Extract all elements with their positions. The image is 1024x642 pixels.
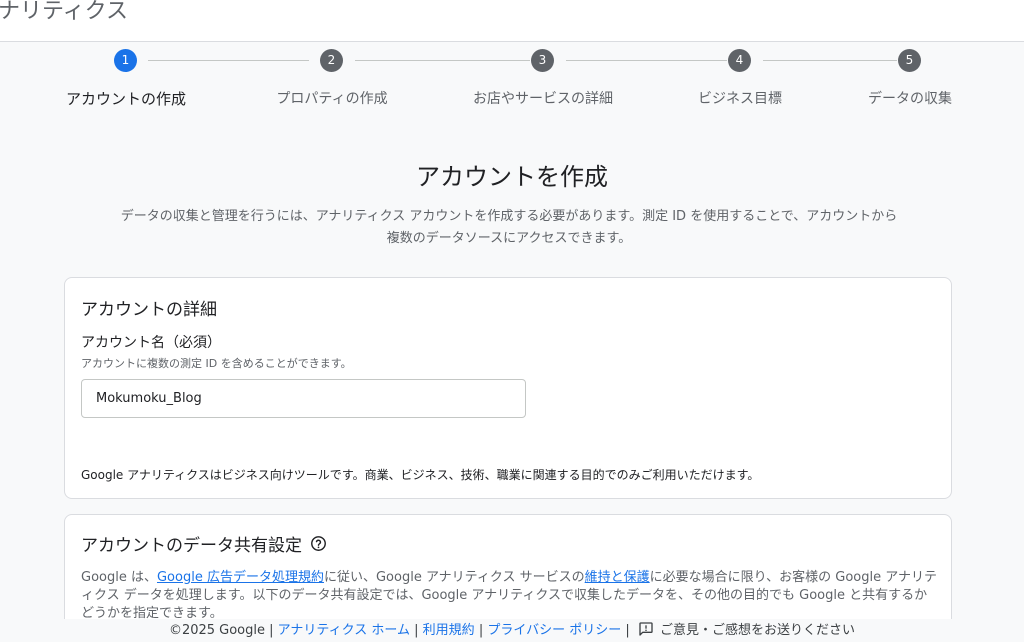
account-name-input[interactable] [81, 379, 526, 418]
footer-separator: | [625, 623, 630, 638]
step-4-label: ビジネス目標 [698, 91, 782, 107]
page-title: アカウントを作成 [416, 163, 608, 191]
step-connector [763, 60, 897, 61]
page-description: データの収集と管理を行うには、アナリティクス アカウントを作成する必要があります… [120, 209, 898, 246]
app-title: ナリティクス [0, 0, 129, 24]
top-bar: ナリティクス [0, 0, 1024, 42]
step-5-indicator: 5 [898, 49, 921, 72]
step-5-label: データの収集 [868, 91, 952, 107]
step-4-indicator: 4 [728, 49, 751, 72]
data-sharing-text-2: に従い、Google アナリティクス サービスの [323, 570, 585, 585]
footer: ©2025 Google | アナリティクス ホーム | 利用規約 | プライバ… [0, 619, 1024, 642]
ads-data-processing-terms-link[interactable]: Google 広告データ処理規約 [157, 570, 324, 585]
footer-separator: | [269, 623, 274, 638]
step-connector [566, 60, 727, 61]
footer-separator: | [414, 623, 419, 638]
footer-separator: | [478, 623, 484, 638]
data-sharing-description: Google は、Google 広告データ処理規約に従い、Google アナリテ… [81, 569, 937, 623]
footer-terms-link[interactable]: 利用規約 [423, 623, 475, 638]
data-sharing-title: アカウントのデータ共有設定 [81, 531, 327, 557]
help-circle-icon[interactable] [310, 535, 327, 557]
step-2-indicator: 2 [320, 49, 343, 72]
setup-stepper: 1 2 3 4 5 アカウントの作成 プロパティの作成 お店やサービスの詳細 ビ… [0, 46, 1024, 116]
footer-copyright: ©2025 Google [168, 623, 265, 638]
step-connector [355, 60, 530, 61]
data-sharing-text-1: Google は、 [81, 570, 157, 585]
account-details-card: アカウントの詳細 アカウント名（必須） アカウントに複数の測定 ID を含めるこ… [64, 277, 952, 499]
account-details-title: アカウントの詳細 [81, 300, 217, 320]
footer-feedback-link[interactable]: ご意見・ご感想をお送りください [660, 623, 855, 638]
footer-privacy-link[interactable]: プライバシー ポリシー [487, 623, 621, 638]
feedback-icon[interactable] [638, 621, 654, 642]
data-sharing-title-text: アカウントのデータ共有設定 [81, 536, 302, 556]
step-1-label: アカウントの作成 [65, 90, 187, 108]
account-name-hint: アカウントに複数の測定 ID を含めることができます。 [81, 357, 352, 370]
step-3-label: お店やサービスの詳細 [473, 91, 613, 107]
step-2-label: プロパティの作成 [276, 91, 388, 107]
step-3-indicator: 3 [531, 49, 554, 72]
step-connector [148, 60, 309, 61]
step-1-indicator: 1 [114, 49, 137, 72]
account-name-label: アカウント名（必須） [81, 335, 221, 351]
business-use-notice: Google アナリティクスはビジネス向けツールです。商業、ビジネス、技術、職業… [81, 468, 760, 482]
footer-analytics-home-link[interactable]: アナリティクス ホーム [278, 623, 410, 638]
maintain-protect-link[interactable]: 維持と保護 [585, 570, 650, 585]
